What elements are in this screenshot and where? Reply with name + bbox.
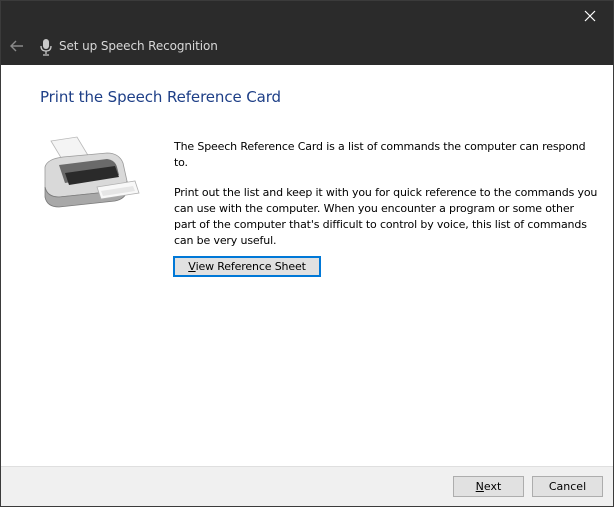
next-button[interactable]: Next (453, 476, 524, 497)
title-bar: Set up Speech Recognition (1, 1, 613, 65)
description-paragraph-1: The Speech Reference Card is a list of c… (174, 140, 586, 169)
next-button-accelerator: N (475, 480, 484, 493)
close-icon (584, 10, 596, 22)
window-title: Set up Speech Recognition (59, 39, 218, 53)
page-heading: Print the Speech Reference Card (40, 88, 281, 106)
description-paragraph-2: Print out the list and keep it with you … (174, 186, 598, 247)
view-button-label: iew Reference Sheet (195, 260, 306, 273)
next-button-label: ext (483, 480, 502, 493)
back-arrow-icon (10, 40, 23, 52)
back-button[interactable] (5, 35, 29, 57)
view-reference-sheet-button[interactable]: View Reference Sheet (173, 256, 321, 277)
description-text: The Speech Reference Card is a list of c… (174, 139, 599, 263)
cancel-button[interactable]: Cancel (532, 476, 603, 497)
microphone-icon (40, 39, 52, 56)
view-button-accelerator: V (188, 260, 196, 273)
footer-bar: Next Cancel (1, 466, 613, 506)
speech-setup-window: Set up Speech Recognition Print the Spee… (0, 0, 614, 507)
close-button[interactable] (567, 1, 613, 31)
printer-icon (44, 136, 140, 208)
